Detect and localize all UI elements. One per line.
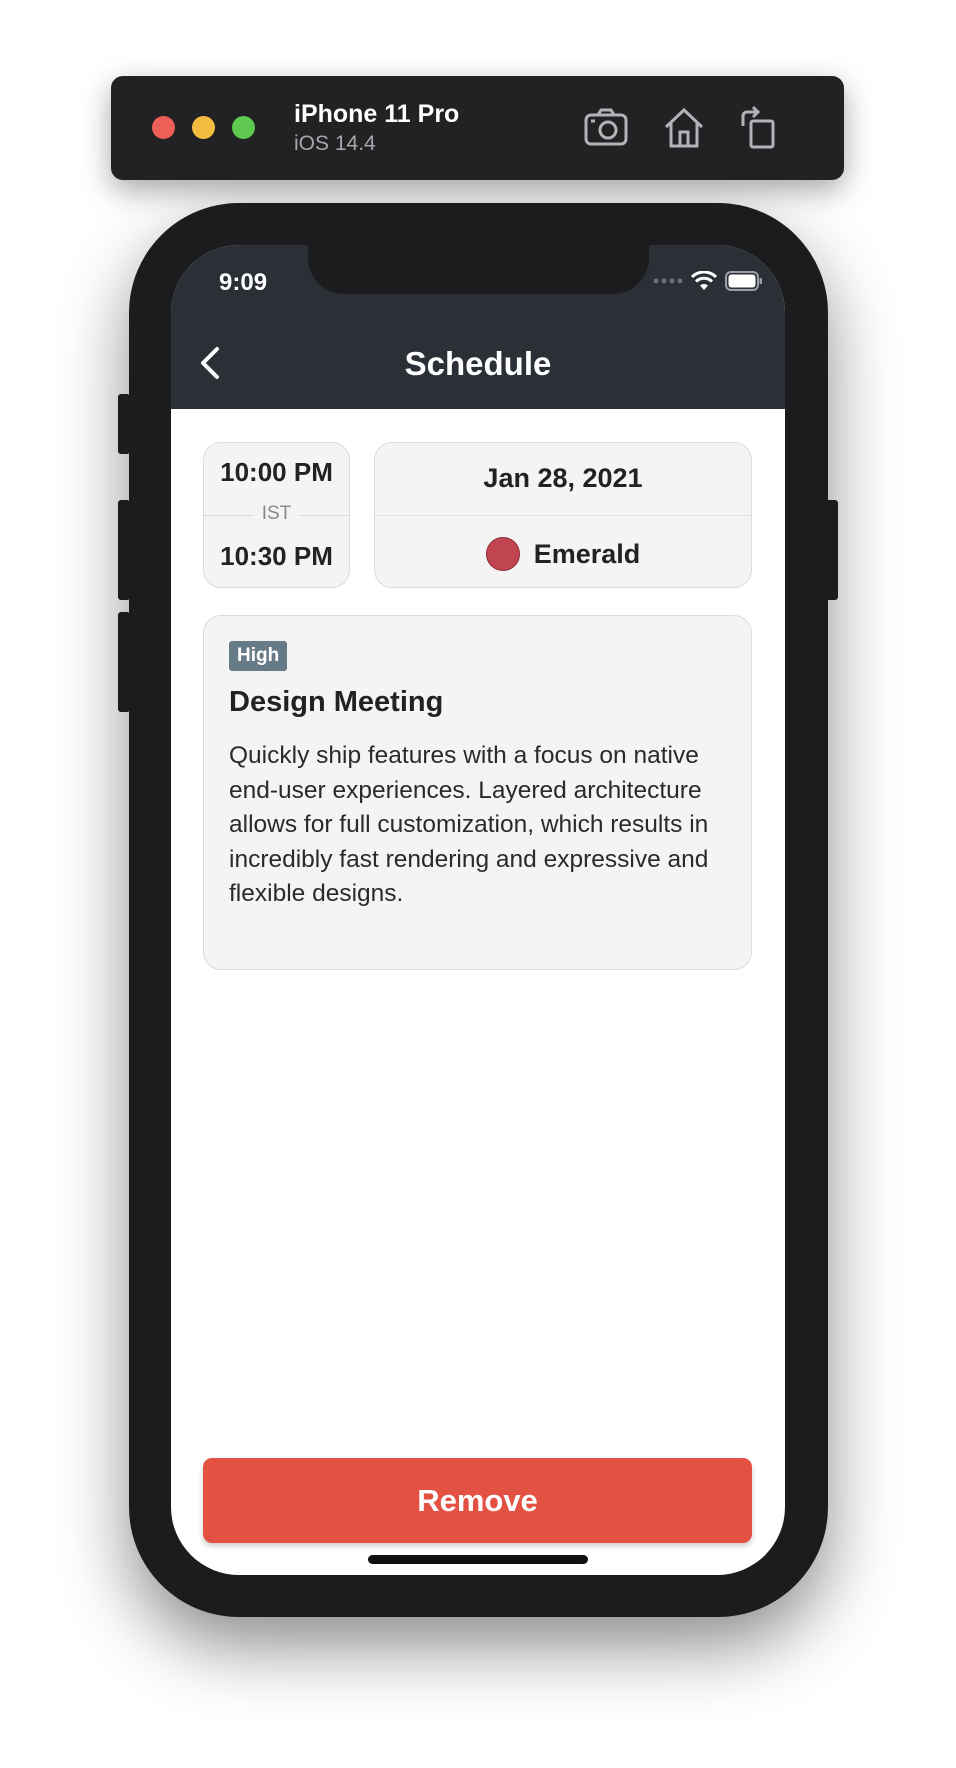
page-title: Schedule (404, 345, 552, 382)
divider (375, 515, 751, 516)
event-card: High Design Meeting Quickly ship feature… (203, 615, 752, 970)
power-button (826, 500, 838, 600)
date-room-card: Jan 28, 2021 Emerald (374, 442, 752, 588)
volume-down-button (118, 612, 130, 712)
home-icon[interactable] (660, 104, 708, 152)
room-row: Emerald (375, 537, 751, 571)
mute-switch (118, 394, 130, 454)
battery-icon (725, 271, 762, 291)
phone-screen: 9:09 Schedule 10:00 PM IST 10:30 PM Jan (171, 245, 785, 1575)
close-window-button[interactable] (152, 116, 175, 139)
signal-icon (653, 278, 683, 284)
room-name: Emerald (533, 538, 641, 569)
timezone-label: IST (261, 503, 292, 524)
end-time: 10:30 PM (220, 541, 333, 571)
simulator-device-name: iPhone 11 Pro (294, 100, 460, 128)
wifi-icon (691, 271, 717, 290)
start-time: 10:00 PM (220, 457, 333, 487)
status-time: 9:09 (219, 269, 268, 296)
notch (308, 245, 649, 294)
time-range-card: 10:00 PM IST 10:30 PM (203, 442, 350, 588)
status-icons (653, 271, 763, 291)
event-description: Quickly ship features with a focus on na… (229, 742, 709, 907)
rotate-icon[interactable] (735, 104, 783, 152)
booking-date: Jan 28, 2021 (483, 463, 643, 493)
screenshot-icon[interactable] (582, 104, 630, 152)
zoom-window-button[interactable] (232, 116, 255, 139)
priority-badge: High (229, 641, 288, 671)
simulator-os-version: iOS 14.4 (294, 132, 376, 155)
event-title: Design Meeting (229, 686, 444, 718)
volume-up-button (118, 500, 130, 600)
remove-button[interactable]: Remove (203, 1458, 752, 1543)
minimize-window-button[interactable] (192, 116, 215, 139)
room-color-dot (485, 537, 520, 571)
home-indicator (368, 1555, 588, 1564)
